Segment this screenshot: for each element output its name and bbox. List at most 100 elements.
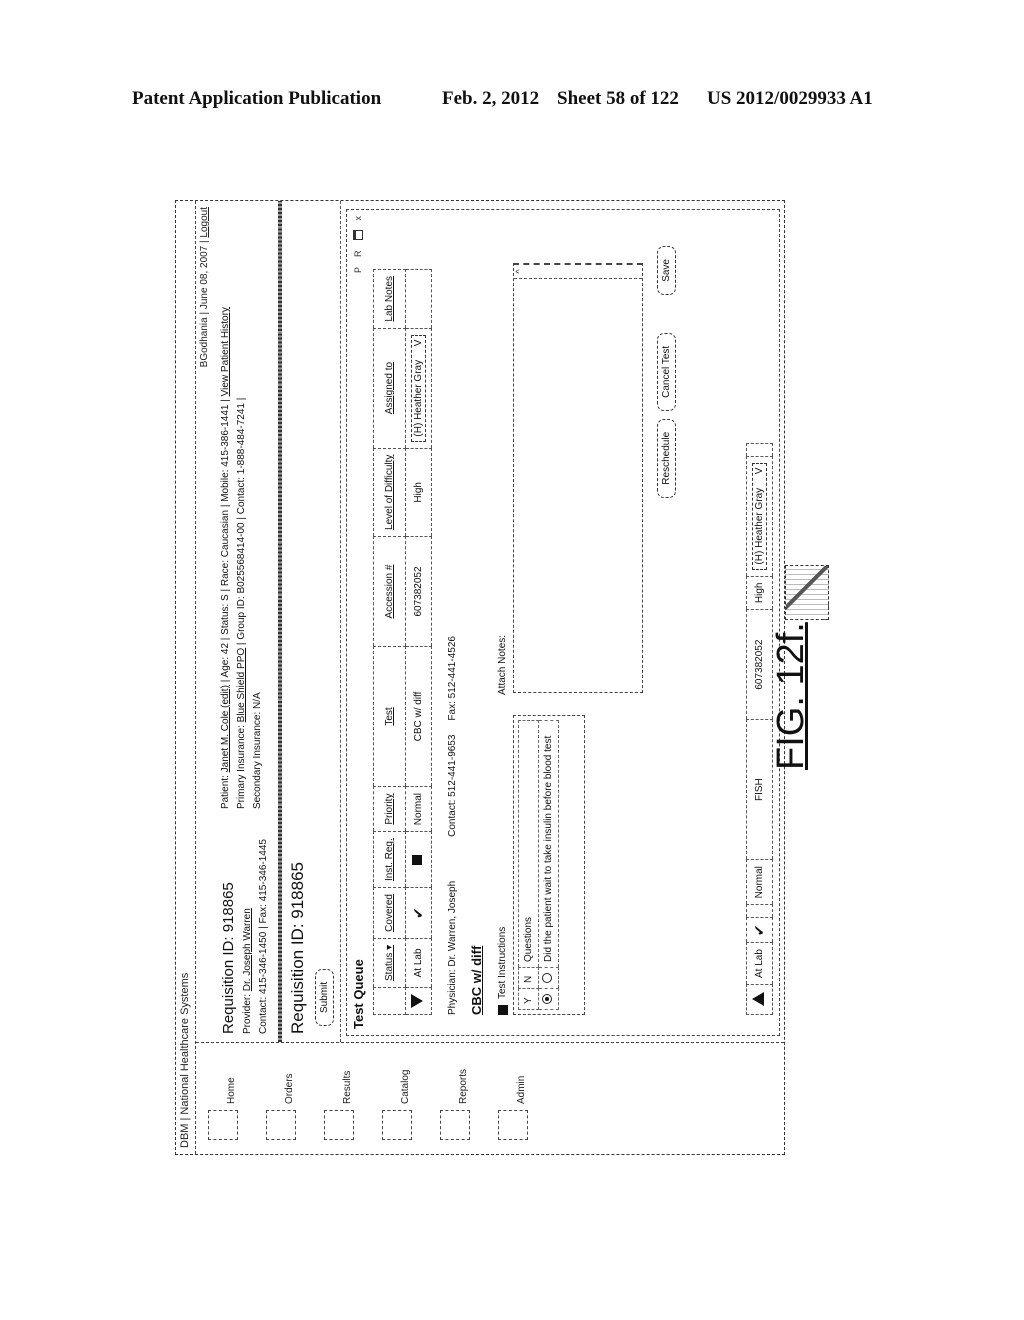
ui-figure: DBM | National Healthcare Systems Home O… (175, 200, 785, 1155)
accession-cell: 607382052 (405, 536, 432, 647)
test-queue-panel: Test Queue P R x Status ▾ Covered Inst. … (346, 209, 780, 1036)
col-covered[interactable]: Covered (373, 887, 406, 939)
col-lab-notes[interactable]: Lab Notes (373, 269, 406, 329)
view-patient-history-link[interactable]: View Patient History (220, 307, 231, 396)
col-accession[interactable]: Accession # (373, 536, 406, 647)
physician-fax: Fax: 512-441-4526 (447, 636, 458, 721)
questions-table: Y N Questions Did the patient wait to ta… (518, 720, 559, 1010)
requisition-info: Requisition ID: 918865 Provider: Dr. Jos… (214, 201, 282, 1042)
sidebar-item-reports[interactable]: Reports (440, 1043, 486, 1140)
test-queue-table: Status ▾ Covered Inst. Req. Priority Tes… (373, 269, 432, 1015)
attach-notes-label: Attach Notes: (497, 634, 508, 695)
reschedule-button[interactable]: Reschedule (657, 418, 676, 498)
physician-contact: Contact: 512-441-9653 (447, 734, 458, 837)
col-inst-req[interactable]: Inst. Req. (373, 831, 406, 888)
no-radio[interactable] (542, 973, 552, 983)
maximize-icon[interactable] (353, 230, 363, 241)
col-priority[interactable]: Priority (373, 786, 406, 832)
questions-panel: Y N Questions Did the patient wait to ta… (513, 715, 585, 1015)
status-cell: At Lab (746, 942, 773, 985)
accession-cell: 607382052 (746, 609, 773, 720)
col-no: N (518, 967, 539, 989)
provider-link[interactable]: Dr. Joseph Warren (242, 908, 253, 991)
col-status[interactable]: Status ▾ (373, 938, 406, 988)
assigned-value: (H) Heather Gray (754, 487, 765, 565)
admin-icon (498, 1110, 528, 1140)
difficulty-cell: High (746, 576, 773, 610)
priority-cell: Normal (746, 859, 773, 905)
table-row[interactable]: At Lab ✔ Normal FISH 607382052 High (H) … (746, 443, 773, 1015)
user-bar: BGodhania | June 08, 2007 | Logout (199, 207, 210, 368)
home-icon (208, 1110, 238, 1140)
sidebar-item-label: Results (342, 1070, 353, 1104)
test-cell: CBC w/ diff (405, 646, 432, 787)
table-row[interactable]: At Lab ✔ Normal CBC w/ diff 607382052 Hi… (405, 269, 432, 1015)
test-instructions-toggle[interactable]: Test Instructions (497, 927, 508, 1015)
publication-date: Feb. 2, 2012 (442, 88, 540, 109)
main-content: BGodhania | June 08, 2007 | Logout Requi… (196, 201, 784, 1042)
physician-info: Physician: Dr. Warren, Joseph Contact: 5… (447, 636, 458, 1015)
provider-label: Provider: (242, 993, 253, 1034)
window-title: DBM | National Healthcare Systems (176, 201, 196, 1154)
primary-insurance-label: Primary Insurance: (236, 725, 247, 810)
logout-link[interactable]: Logout (199, 207, 210, 238)
notes-scrollbar[interactable]: ^ (514, 265, 642, 279)
figure-thumbnail-icon (785, 565, 829, 620)
print-button[interactable]: P (353, 267, 363, 273)
sidebar-item-home[interactable]: Home (208, 1043, 254, 1140)
orders-icon (266, 1110, 296, 1140)
col-test[interactable]: Test (373, 646, 406, 787)
publication-number: US 2012/0029933 A1 (707, 88, 873, 109)
physician-name: Physician: Dr. Warren, Joseph (447, 880, 458, 1015)
assigned-to-select[interactable]: (H) Heather Gray V (411, 334, 426, 442)
attach-notes-textarea[interactable]: ^ (513, 263, 643, 693)
sidebar-item-results[interactable]: Results (324, 1043, 370, 1140)
col-questions: Questions (518, 720, 539, 968)
priority-cell: Normal (405, 786, 432, 832)
question-text: Did the patient wait to take insulin bef… (538, 720, 559, 968)
yes-radio[interactable] (542, 994, 552, 1004)
test-queue-title: Test Queue (350, 959, 366, 1029)
refresh-button[interactable]: R (353, 251, 363, 258)
sidebar: Home Orders Results Catalog Reports Admi… (196, 1042, 784, 1154)
sidebar-item-label: Admin (516, 1075, 527, 1104)
expand-icon (497, 1005, 508, 1015)
col-difficulty[interactable]: Level of Difficulty (373, 448, 406, 537)
difficulty-cell: High (405, 448, 432, 537)
catalog-icon (382, 1110, 412, 1140)
lab-notes-cell[interactable] (746, 443, 773, 457)
close-button[interactable]: x (353, 216, 363, 221)
requisition-id: Requisition ID: 918865 (220, 882, 237, 1034)
scroll-up-icon[interactable]: ^ (514, 265, 524, 278)
page-title: Requisition ID: 918865 (288, 861, 307, 1034)
test-instructions-label: Test Instructions (497, 926, 508, 999)
patient-link[interactable]: Janet M. Cole (edit) (220, 685, 231, 772)
submit-button[interactable]: Submit (315, 968, 334, 1026)
provider-contact: Contact: 415-346-1450 | Fax: 415-346-144… (258, 839, 269, 1034)
status-cell: At Lab (405, 938, 432, 988)
assigned-to-select[interactable]: (H) Heather Gray V (752, 462, 767, 570)
col-assigned[interactable]: Assigned to (373, 328, 406, 449)
expand-icon[interactable] (752, 992, 764, 1007)
lab-notes-cell[interactable] (405, 269, 432, 329)
publication-title: Patent Application Publication (132, 88, 382, 109)
sidebar-item-catalog[interactable]: Catalog (382, 1043, 428, 1140)
reports-icon (440, 1110, 470, 1140)
sidebar-item-label: Reports (458, 1068, 469, 1104)
chevron-down-icon: V (754, 467, 765, 475)
assigned-value: (H) Heather Gray (413, 359, 424, 437)
collapse-icon[interactable] (411, 994, 423, 1008)
save-button[interactable]: Save (657, 246, 676, 295)
figure-label: FIG. 12f. (770, 622, 812, 770)
sidebar-item-label: Catalog (400, 1069, 411, 1104)
username: BGodhania (199, 317, 210, 368)
sidebar-item-admin[interactable]: Admin (498, 1043, 544, 1140)
primary-insurance-link[interactable]: Blue Shield PPO (236, 648, 247, 723)
group-info: | Group ID: B025568414-00 | Contact: 1-8… (236, 397, 247, 646)
sidebar-item-orders[interactable]: Orders (266, 1043, 312, 1140)
app-window: DBM | National Healthcare Systems Home O… (175, 200, 785, 1155)
publication-header: Patent Application Publication Feb. 2, 2… (132, 88, 912, 110)
cancel-test-button[interactable]: Cancel Test (657, 332, 676, 411)
instruction-required-icon (412, 854, 422, 865)
question-row: Did the patient wait to take insulin bef… (538, 720, 559, 1010)
